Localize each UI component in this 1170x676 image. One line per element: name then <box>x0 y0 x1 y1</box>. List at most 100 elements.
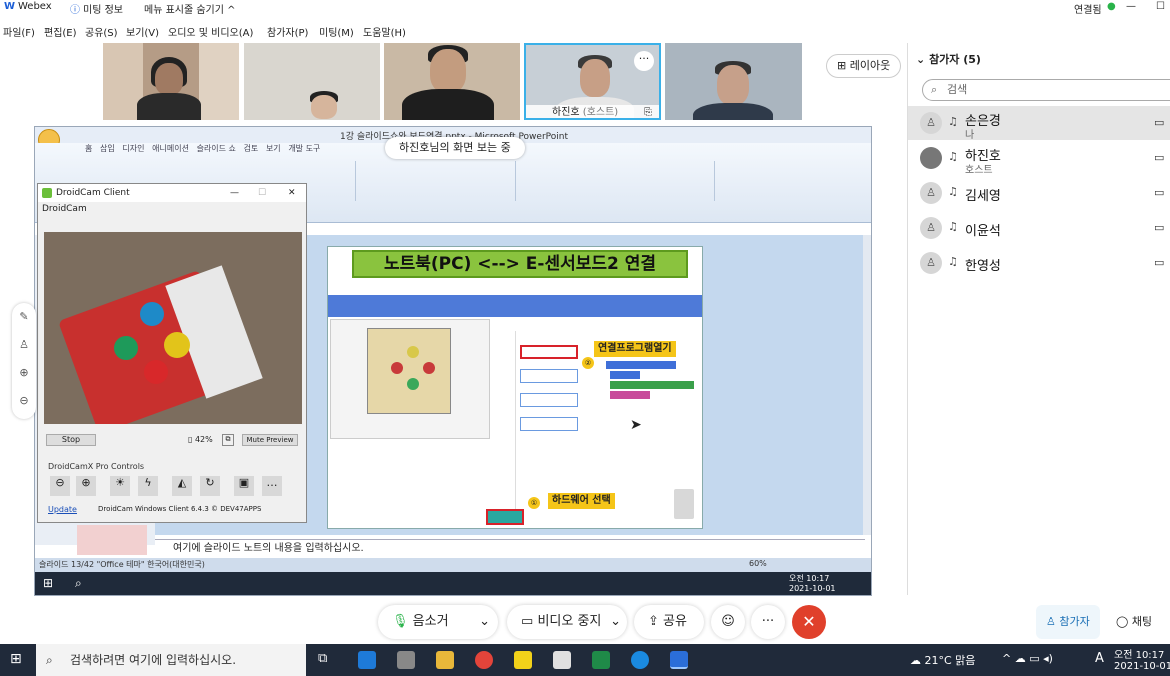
meeting-info-button[interactable]: 미팅 정보 <box>83 1 123 16</box>
slide-notes[interactable]: 여기에 슬라이드 노트의 내용을 입력하십시오. <box>155 539 865 557</box>
menu-share[interactable]: 공유(S) <box>85 24 118 39</box>
menu-file[interactable]: 파일(F) <box>3 24 35 39</box>
person-icon: ♙ <box>1046 615 1056 628</box>
zoom-in-icon[interactable]: ⊕ <box>12 359 36 387</box>
talk-icon[interactable] <box>514 651 532 669</box>
block-button <box>520 369 578 383</box>
zoom-out-icon[interactable]: ⊖ <box>12 387 36 415</box>
mirror-icon[interactable]: ◭ <box>172 476 192 496</box>
annotate-icon[interactable]: ✎ <box>12 303 36 331</box>
paragraph-group[interactable] <box>355 161 515 201</box>
taskbar-time[interactable]: 오전 10:17 <box>1114 646 1164 661</box>
screenshot-icon[interactable]: ▣ <box>234 476 254 496</box>
menu-help[interactable]: 도움말(H) <box>363 24 406 39</box>
task-view-icon[interactable]: ⧉ <box>318 651 327 666</box>
menu-edit[interactable]: 편집(E) <box>44 24 77 39</box>
participant-row[interactable]: ♙ ♫ 한영성 ▭ <box>908 246 1170 280</box>
mic-icon: ♫ <box>948 115 958 128</box>
update-link[interactable]: Update <box>48 505 77 514</box>
maximize-button[interactable]: ☐ <box>258 184 266 202</box>
settings-icon[interactable] <box>397 651 415 669</box>
droidcam-window[interactable]: DroidCam Client — ☐ ✕ DroidCam Stop ▯ 42… <box>37 183 307 523</box>
tab-review[interactable]: 검토 <box>244 144 259 153</box>
shapes-gallery[interactable] <box>515 161 715 201</box>
hide-menu-button[interactable]: 메뉴 표시줄 숨기기 ^ <box>144 1 236 16</box>
edge-icon[interactable] <box>631 651 649 669</box>
active-speaker-thumbnail[interactable]: ··· 하진호 (호스트) ⎘ <box>524 43 661 120</box>
participant-row[interactable]: ♫ 하진호 호스트 ▭ <box>908 141 1170 176</box>
video-thumbnail[interactable] <box>384 43 520 120</box>
tab-slideshow[interactable]: 슬라이드 쇼 <box>197 144 236 153</box>
tab-insert[interactable]: 삽입 <box>100 144 115 153</box>
stop-button[interactable]: Stop <box>46 434 96 446</box>
ie-icon[interactable] <box>358 651 376 669</box>
video-thumbnail[interactable] <box>103 43 239 120</box>
file-explorer-icon[interactable] <box>436 651 454 669</box>
tab-home[interactable]: 홈 <box>85 144 92 153</box>
maximize-button[interactable]: ☐ <box>1156 1 1165 12</box>
windows-taskbar: ⊞ ⌕ 검색하려면 여기에 입력하십시오. ⧉ ☁ 21°C 맑음 ^ ☁ ▭ … <box>0 644 1170 676</box>
layout-button[interactable]: ⊞ 레이아웃 <box>826 54 902 78</box>
participant-row[interactable]: ♙ ♫ 이윤석 ▭ <box>908 211 1170 245</box>
vertical-scrollbar[interactable] <box>863 235 871 535</box>
chevron-down-icon[interactable]: ⌄ <box>610 605 621 639</box>
slide-thumbnail[interactable] <box>77 525 147 555</box>
brightness-icon[interactable]: ☀ <box>110 476 130 496</box>
microphone-icon: 🎙 <box>392 614 409 629</box>
tab-design[interactable]: 디자인 <box>122 144 144 153</box>
zoom-out-icon[interactable]: ⊖ <box>50 476 70 496</box>
chrome-icon[interactable] <box>475 651 493 669</box>
shared-screen[interactable]: 1강 슬라이드쇼와 보드연결.pptx - Microsoft PowerPoi… <box>34 126 872 596</box>
pointer-icon[interactable]: ♙ <box>12 331 36 359</box>
minimize-button[interactable]: — <box>230 184 239 202</box>
droidcam-menu[interactable]: DroidCam <box>42 204 87 214</box>
tab-view[interactable]: 보기 <box>266 144 281 153</box>
panel-header[interactable]: ⌄ 참가자 (5) <box>916 51 981 67</box>
participants-tab[interactable]: ♙ 참가자 <box>1036 605 1100 639</box>
mute-button[interactable]: 🎙 음소거 ⌄ <box>378 605 498 639</box>
more-options-icon[interactable]: ··· <box>634 51 654 71</box>
share-button[interactable]: ⇪ 공유 <box>634 605 704 639</box>
taskbar-date[interactable]: 2021-10-01 <box>1114 661 1170 672</box>
minimize-button[interactable]: — <box>1126 1 1136 12</box>
end-call-button[interactable]: ✕ <box>792 605 826 639</box>
share-icon: ⇪ <box>648 614 659 629</box>
participant-row[interactable]: ♙ ♫ 김세영 ▭ <box>908 176 1170 210</box>
menu-view[interactable]: 보기(V) <box>126 24 159 39</box>
video-thumbnail[interactable] <box>665 43 802 120</box>
ime-indicator[interactable]: A <box>1095 651 1104 666</box>
copy-icon[interactable]: ⧉ <box>222 434 234 446</box>
callout-hardware: 하드웨어 선택 <box>548 493 615 509</box>
camera-icon: ▭ <box>1154 151 1165 164</box>
webex-icon[interactable] <box>670 651 688 669</box>
video-stop-button[interactable]: ▭ 비디오 중지 ⌄ <box>507 605 627 639</box>
tab-animation[interactable]: 애니메이션 <box>152 144 189 153</box>
rotate-icon[interactable]: ↻ <box>200 476 220 496</box>
participant-search-input[interactable]: ⌕ 검색 <box>922 79 1170 101</box>
zoom-in-icon[interactable]: ⊕ <box>76 476 96 496</box>
participant-row[interactable]: ♙ ♫ 손은경 나 ▭ <box>908 106 1170 141</box>
participant-name: 한영성 <box>965 259 1001 274</box>
video-thumbnail[interactable] <box>244 43 380 120</box>
weather-widget[interactable]: ☁ 21°C 맑음 <box>910 652 975 668</box>
mute-preview-button[interactable]: Mute Preview <box>242 434 298 446</box>
chevron-down-icon[interactable]: ⌄ <box>479 605 490 639</box>
close-button[interactable]: ✕ <box>288 184 296 202</box>
menu-participants[interactable]: 참가자(P) <box>267 24 308 39</box>
flash-icon[interactable]: ϟ <box>138 476 158 496</box>
participants-panel: ⌄ 참가자 (5) ⌕ 검색 ♙ ♫ 손은경 나 ▭ ♫ 하진호 호스트 ▭ ♙… <box>907 43 1170 595</box>
step-marker: ① <box>528 497 540 509</box>
more-icon[interactable]: … <box>262 476 282 496</box>
participant-subtitle: 호스트 <box>965 165 993 176</box>
app-icon[interactable] <box>553 651 571 669</box>
chat-tab[interactable]: ◯ 채팅 <box>1110 605 1158 639</box>
taskbar-search-input[interactable]: ⌕ 검색하려면 여기에 입력하십시오. <box>36 644 306 676</box>
windows-start-icon[interactable]: ⊞ <box>10 651 22 667</box>
system-tray-icons[interactable]: ^ ☁ ▭ ◂) <box>1002 652 1053 665</box>
more-options-button[interactable]: ··· <box>751 605 785 639</box>
tab-developer[interactable]: 개발 도구 <box>288 144 320 153</box>
menu-meeting[interactable]: 미팅(M) <box>319 24 354 39</box>
menu-audio-video[interactable]: 오디오 및 비디오(A) <box>168 24 253 39</box>
reactions-button[interactable]: ☺ <box>711 605 745 639</box>
excel-icon[interactable] <box>592 651 610 669</box>
